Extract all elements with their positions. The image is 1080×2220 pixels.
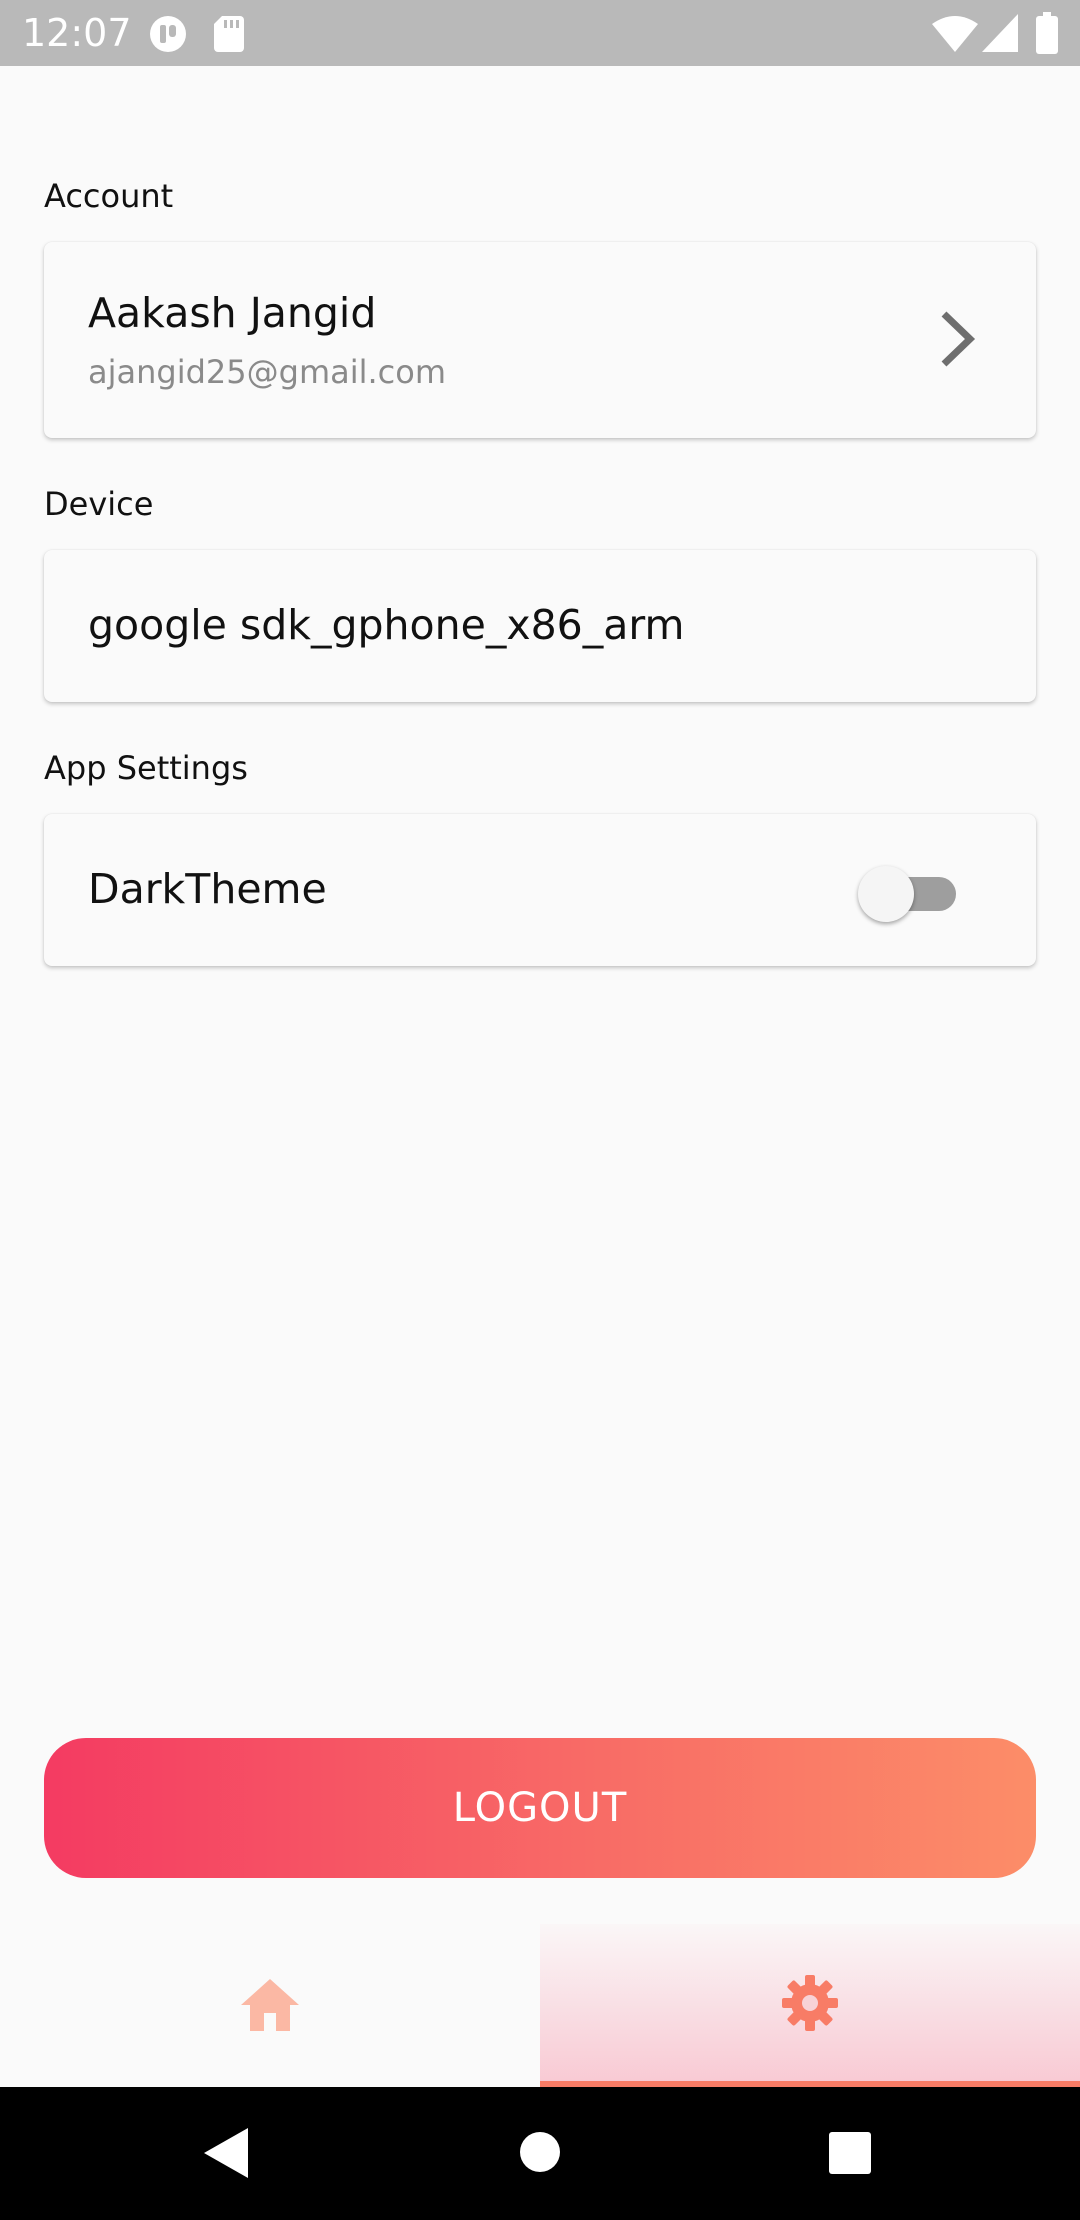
- device-name: google sdk_gphone_x86_arm: [88, 601, 685, 649]
- bottom-navigation: [0, 1924, 1080, 2087]
- dark-theme-label: DarkTheme: [88, 865, 327, 913]
- home-icon: [241, 1979, 299, 2035]
- nav-item-home[interactable]: [0, 1924, 540, 2087]
- status-bar: 12:07: [0, 0, 1080, 66]
- signal-icon: [982, 14, 1018, 56]
- account-name: Aakash Jangid: [88, 289, 377, 337]
- logout-button[interactable]: LOGOUT: [44, 1738, 1036, 1878]
- home-button-icon[interactable]: [519, 2131, 561, 2177]
- wifi-icon: [932, 16, 978, 56]
- toggle-thumb: [858, 866, 914, 922]
- back-icon[interactable]: [204, 2128, 248, 2182]
- account-card[interactable]: Aakash Jangid ajangid25@gmail.com: [44, 242, 1036, 438]
- device-section-label: Device: [44, 485, 154, 523]
- app-notification-icon: [148, 14, 188, 58]
- settings-screen: 12:07 Account Aakash Jangid ajangid25@gm…: [0, 0, 1080, 2220]
- recents-icon[interactable]: [829, 2132, 871, 2178]
- nav-item-settings[interactable]: [540, 1924, 1080, 2087]
- chevron-right-icon: [934, 304, 984, 374]
- account-email: ajangid25@gmail.com: [88, 353, 447, 391]
- account-section-label: Account: [44, 177, 174, 215]
- gear-icon: [782, 1975, 838, 2035]
- device-card: google sdk_gphone_x86_arm: [44, 550, 1036, 702]
- sd-card-icon: [214, 16, 244, 56]
- dark-theme-card: DarkTheme: [44, 814, 1036, 966]
- status-time: 12:07: [22, 11, 132, 55]
- system-navigation-bar: [0, 2087, 1080, 2220]
- app-settings-section-label: App Settings: [44, 749, 248, 787]
- battery-icon: [1036, 12, 1058, 58]
- dark-theme-toggle[interactable]: [858, 866, 964, 922]
